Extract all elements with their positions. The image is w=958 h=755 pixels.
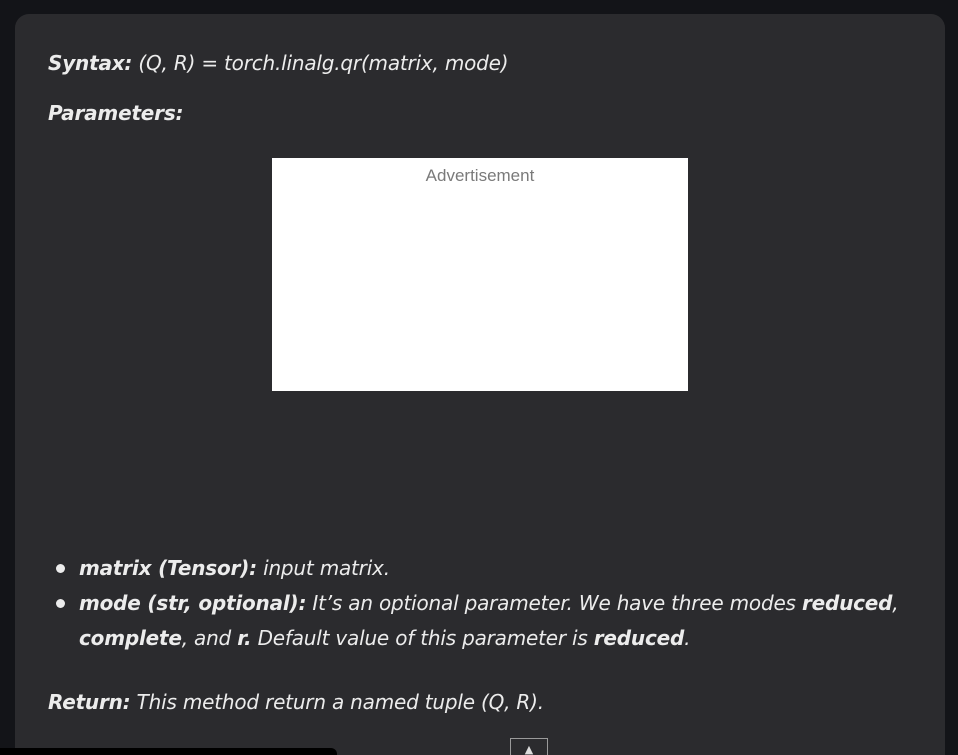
param-description: input matrix. <box>256 556 390 580</box>
list-item: matrix (Tensor): input matrix. <box>48 551 928 586</box>
default-description: Default value of this parameter is <box>251 626 594 650</box>
bottom-bar <box>0 748 337 755</box>
param-name: matrix (Tensor): <box>79 556 257 580</box>
return-label: Return: <box>48 690 131 714</box>
arrow-up-icon: ▲ <box>524 743 534 755</box>
parameter-list: matrix (Tensor): input matrix. mode (str… <box>48 551 928 656</box>
param-name: mode (str, optional): <box>79 591 307 615</box>
return-text: This method return a named tuple (Q, R). <box>130 690 544 714</box>
separator-text: , and <box>181 626 238 650</box>
syntax-label: Syntax: <box>48 51 133 75</box>
parameters-heading: Parameters: <box>48 99 184 127</box>
syntax-text: (Q, R) = torch.linalg.qr(matrix, mode) <box>132 51 509 75</box>
list-item: mode (str, optional): It’s an optional p… <box>48 586 928 656</box>
param-description: It’s an optional parameter. We have thre… <box>306 591 802 615</box>
return-line: Return: This method return a named tuple… <box>48 688 544 716</box>
bullet-icon <box>56 564 65 573</box>
bullet-icon <box>56 599 65 608</box>
separator-text: , <box>892 591 899 615</box>
advertisement-label: Advertisement <box>425 166 535 185</box>
scroll-to-top-button[interactable]: ▲ <box>510 738 548 755</box>
mode-complete: complete <box>79 626 182 650</box>
mode-r: r. <box>237 626 252 650</box>
default-value: reduced <box>593 626 685 650</box>
mode-reduced: reduced <box>801 591 893 615</box>
end-punctuation: . <box>684 626 691 650</box>
advertisement-box[interactable]: Advertisement <box>272 158 688 391</box>
syntax-line: Syntax: (Q, R) = torch.linalg.qr(matrix,… <box>48 49 509 77</box>
parameters-label: Parameters: <box>48 101 184 125</box>
